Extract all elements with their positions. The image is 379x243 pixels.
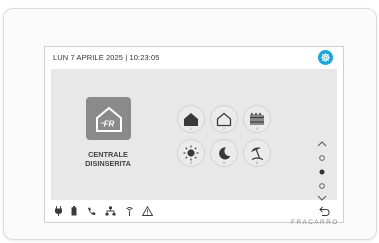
page-dot-1[interactable] bbox=[314, 154, 330, 162]
page-dot-3[interactable] bbox=[314, 182, 330, 190]
chevron-up-icon bbox=[317, 141, 327, 147]
page-dot-2-active[interactable] bbox=[314, 168, 330, 176]
gear-icon bbox=[321, 53, 330, 62]
mode-number: 2 bbox=[223, 127, 225, 131]
mode-button-1[interactable]: 1 bbox=[177, 105, 205, 133]
mode-button-5[interactable]: 5 bbox=[210, 139, 238, 167]
settings-button[interactable] bbox=[318, 50, 333, 65]
back-arrow-icon bbox=[318, 206, 330, 216]
page-indicator bbox=[314, 69, 330, 201]
moon-icon bbox=[218, 146, 230, 159]
beach-umbrella-icon bbox=[251, 147, 264, 161]
touch-screen: LUN 7 APRILE 2025 | 10:23:05 FR CENTRALE… bbox=[44, 46, 344, 223]
plug-icon bbox=[54, 206, 62, 216]
datetime-label: LUN 7 APRILE 2025 | 10:23:05 bbox=[53, 53, 160, 62]
phone-icon bbox=[86, 206, 96, 216]
status-line-2: DISINSERITA bbox=[85, 159, 131, 168]
mode-number: 3 bbox=[256, 127, 258, 131]
status-line-1: CENTRALE bbox=[88, 150, 128, 159]
network-icon bbox=[105, 206, 116, 216]
brand-logo: FRACARRO bbox=[291, 219, 339, 226]
back-button[interactable] bbox=[318, 206, 330, 216]
mode-button-4[interactable]: 4 bbox=[177, 139, 205, 167]
mode-number: 6 bbox=[256, 161, 258, 165]
house-outline-icon bbox=[216, 112, 232, 126]
control-panel-device: LUN 7 APRILE 2025 | 10:23:05 FR CENTRALE… bbox=[3, 8, 377, 240]
top-bar: LUN 7 APRILE 2025 | 10:23:05 bbox=[45, 47, 343, 68]
sun-icon bbox=[183, 145, 199, 161]
fr-logo-text: FR bbox=[103, 119, 114, 128]
mode-button-3[interactable]: 3 bbox=[243, 105, 271, 133]
mode-number: 4 bbox=[190, 161, 192, 165]
main-panel: FR CENTRALE DISINSERITA 1 2 3 4 5 6 bbox=[51, 69, 337, 201]
warning-icon[interactable] bbox=[141, 206, 153, 216]
battery-icon bbox=[70, 206, 78, 216]
antenna-icon bbox=[125, 206, 134, 216]
mode-button-6[interactable]: 6 bbox=[243, 139, 271, 167]
mode-button-2[interactable]: 2 bbox=[210, 105, 238, 133]
page-up-button[interactable] bbox=[314, 139, 330, 149]
system-status-tile[interactable]: FR bbox=[86, 97, 131, 140]
fr-house-logo-icon: FR bbox=[95, 106, 122, 132]
mode-number: 1 bbox=[190, 127, 192, 131]
alarm-status: CENTRALE DISINSERITA bbox=[63, 150, 153, 168]
mode-number: 5 bbox=[223, 161, 225, 165]
fence-icon bbox=[250, 112, 264, 125]
house-filled-icon bbox=[184, 112, 198, 126]
